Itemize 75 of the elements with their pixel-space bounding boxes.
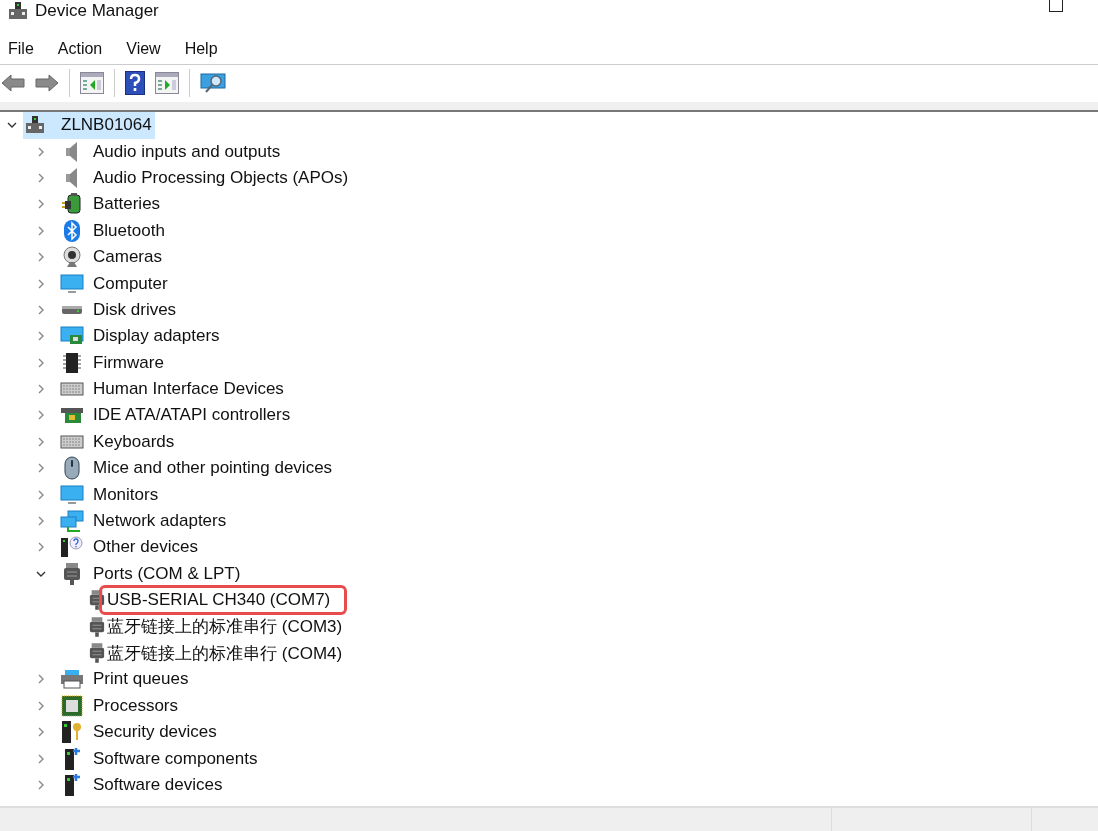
chevron-right-icon[interactable] [36, 252, 46, 263]
tree-item[interactable]: Bluetooth [91, 219, 167, 242]
keyboard-icon [60, 432, 84, 451]
tree-item[interactable]: USB-SERIAL CH340 (COM7) [99, 585, 348, 616]
chevron-right-icon[interactable] [36, 727, 46, 738]
chevron-right-icon[interactable] [36, 463, 46, 474]
chip-icon [60, 351, 84, 374]
chevron-right-icon[interactable] [36, 489, 46, 500]
tree-item[interactable]: Security devices [91, 721, 219, 744]
tree-item[interactable]: Mice and other pointing devices [91, 457, 335, 480]
chevron-right-icon[interactable] [36, 199, 46, 210]
monitor-magnifier-icon[interactable] [200, 72, 226, 94]
chevron-right-icon[interactable] [36, 304, 46, 315]
tree-item[interactable]: IDE ATA/ATAPI controllers [91, 404, 293, 427]
computer-tower-icon [25, 115, 45, 136]
pane-toggle-icon[interactable] [80, 72, 104, 94]
chevron-right-icon[interactable] [36, 331, 46, 342]
chevron-right-icon[interactable] [36, 384, 46, 395]
tree-item[interactable]: Display adapters [91, 325, 222, 348]
help-icon[interactable] [125, 71, 145, 95]
app-icon [8, 1, 28, 21]
tree-item[interactable]: Computer [91, 272, 170, 295]
tree-item[interactable]: Monitors [91, 483, 161, 506]
menu-item[interactable]: Action [57, 40, 103, 58]
printer-icon [60, 669, 84, 690]
tree-item[interactable]: Keyboards [91, 430, 177, 453]
disk-drive-icon [60, 304, 84, 315]
tree-item[interactable]: Firmware [91, 351, 166, 374]
chevron-right-icon[interactable] [36, 225, 46, 236]
menu-item[interactable]: Help [184, 40, 218, 58]
chevron-right-icon[interactable] [36, 278, 46, 289]
chevron-right-icon[interactable] [36, 172, 46, 183]
circuit-card-icon [60, 405, 84, 426]
chevron-right-icon[interactable] [36, 779, 46, 790]
chevron-right-icon[interactable] [36, 146, 46, 157]
tree-item[interactable]: Batteries [91, 193, 163, 216]
monitor-icon [60, 273, 84, 294]
tree-item[interactable]: Audio Processing Objects (APOs) [91, 166, 351, 189]
tree-item[interactable]: Audio inputs and outputs [91, 140, 283, 163]
tree-item[interactable]: Other devices [91, 536, 200, 559]
port-connector-icon [89, 589, 105, 612]
menu-item[interactable]: View [126, 40, 161, 58]
tree-item[interactable]: Processors [91, 694, 181, 717]
chevron-right-icon[interactable] [36, 436, 46, 447]
tree-item[interactable]: Software components [91, 747, 260, 770]
tree-item[interactable]: Print queues [91, 668, 191, 691]
monitor-icon [60, 484, 84, 505]
port-connector-icon [89, 642, 105, 664]
chevron-right-icon[interactable] [36, 700, 46, 711]
chevron-right-icon[interactable] [36, 357, 46, 368]
webcam-icon [60, 246, 84, 269]
tree-item[interactable]: Software devices [91, 773, 225, 796]
chevron-right-icon[interactable] [36, 542, 46, 553]
tree-item[interactable]: Network adapters [91, 510, 229, 533]
tree-item[interactable]: Disk drives [91, 298, 179, 321]
chevron-right-icon[interactable] [36, 410, 46, 421]
monitor-card-icon [60, 326, 84, 347]
chevron-right-icon[interactable] [36, 674, 46, 685]
port-connector-icon [89, 615, 105, 638]
processor-icon [60, 694, 84, 717]
chevron-right-icon[interactable] [36, 516, 46, 527]
chevron-right-icon[interactable] [36, 753, 46, 764]
tree-item[interactable]: Cameras [91, 246, 164, 269]
network-monitors-icon [60, 510, 84, 533]
unknown-device-icon [60, 536, 84, 559]
device-key-icon [60, 720, 84, 745]
pane-toggle-icon[interactable] [155, 72, 179, 94]
window-title: Device Manager [35, 1, 159, 21]
maximize-icon[interactable] [1049, 0, 1063, 12]
keyboard-icon [60, 380, 84, 399]
menu-item[interactable]: File [8, 40, 34, 58]
tree-item[interactable]: Human Interface Devices [91, 378, 286, 401]
tree-item[interactable]: ZLNB01064 [23, 112, 155, 139]
tree-item[interactable]: Ports (COM & LPT) [91, 562, 243, 585]
battery-plug-icon [60, 193, 84, 216]
